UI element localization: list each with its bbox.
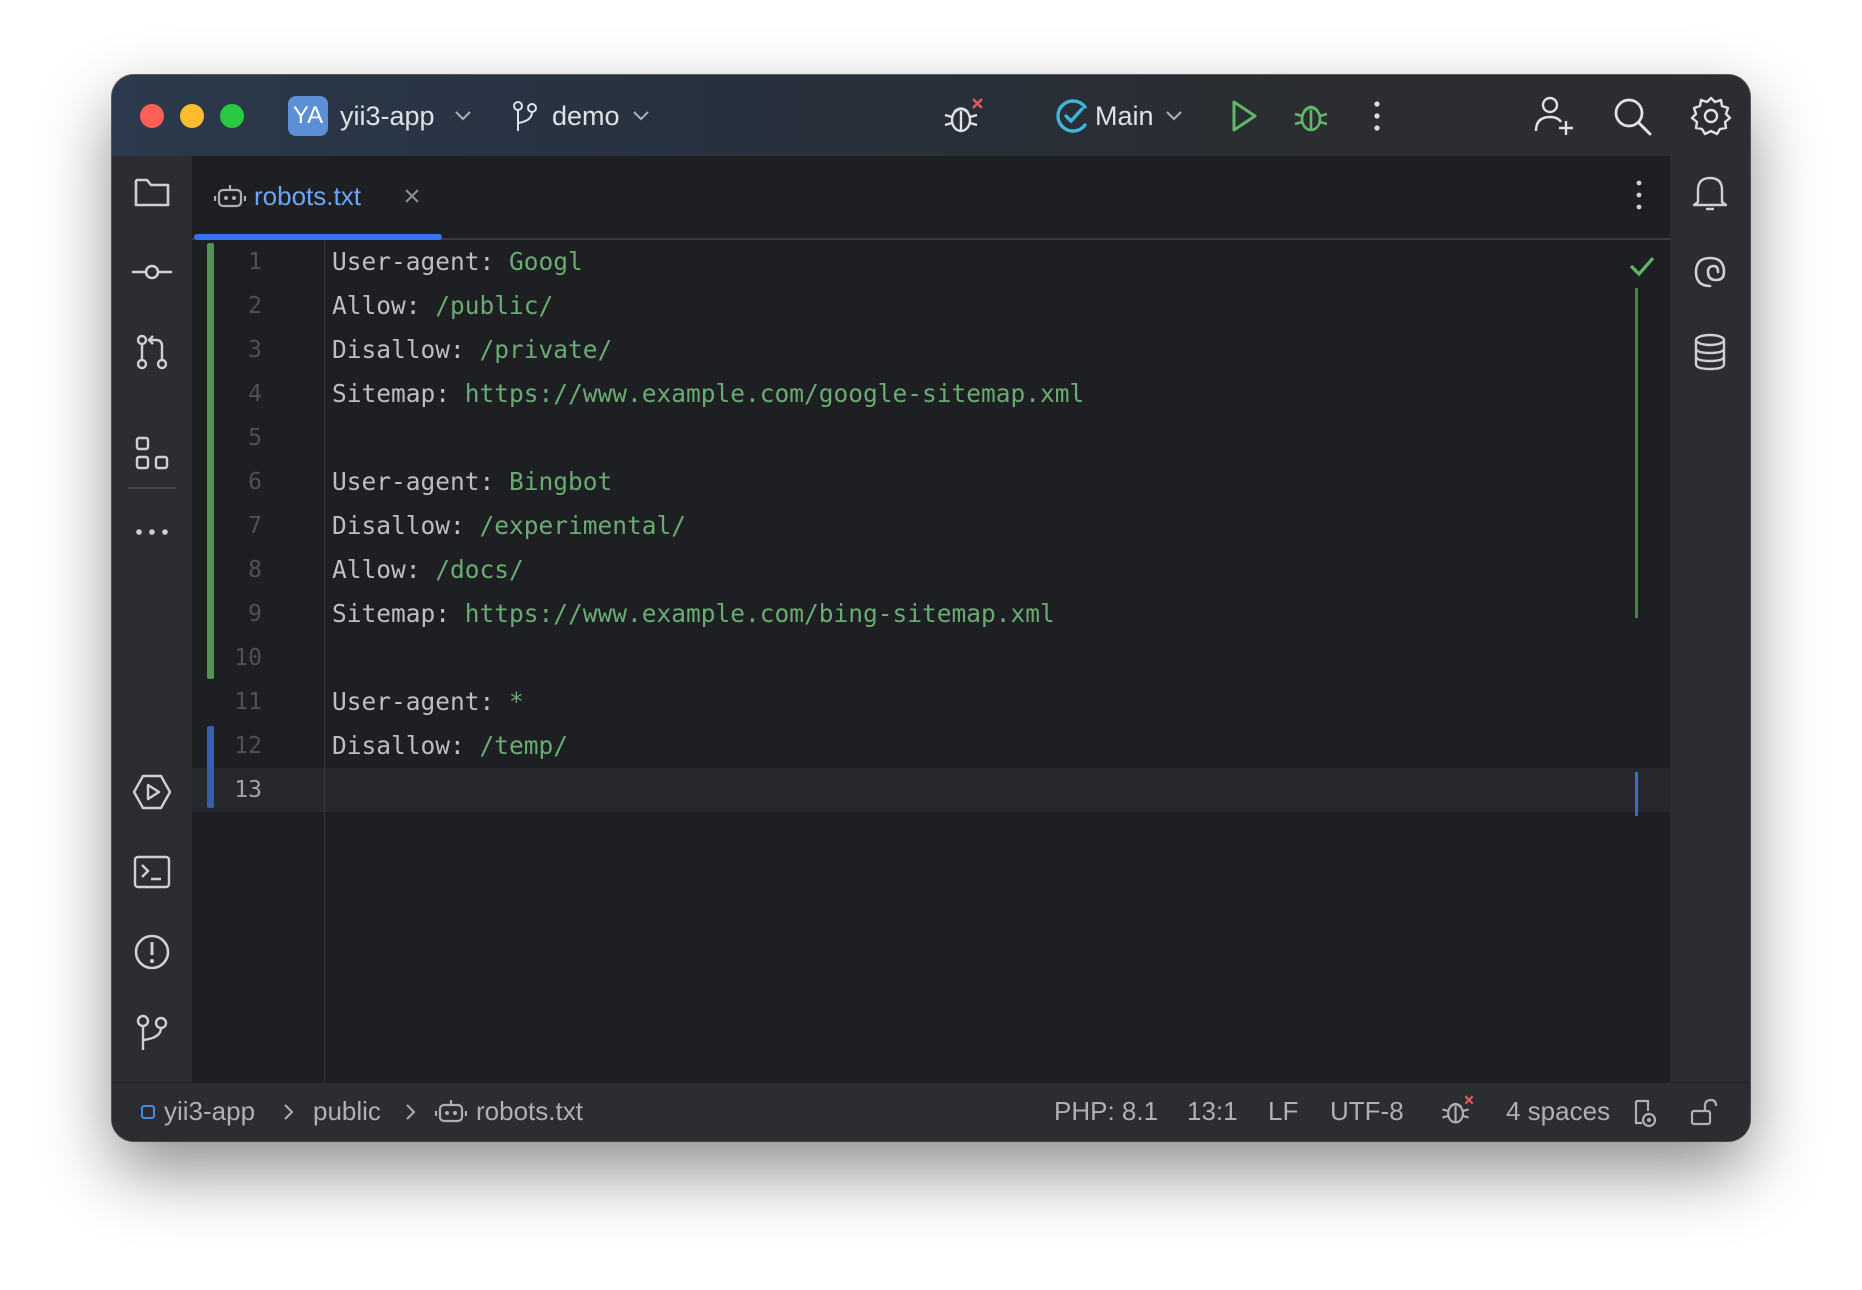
git-icon[interactable]	[132, 1012, 172, 1052]
php-version[interactable]: PHP: 8.1	[1054, 1093, 1158, 1129]
structure-icon[interactable]	[132, 434, 172, 474]
run-config-icon[interactable]	[1052, 96, 1092, 136]
code-line[interactable]: 9 Sitemap: https://www.example.com/bing-…	[192, 592, 1670, 636]
code-line[interactable]: 2 Allow: /public/	[192, 284, 1670, 328]
code-line[interactable]: 6 User-agent: Bingbot	[192, 460, 1670, 504]
line-number: 2	[248, 293, 262, 319]
ide-window: YA yii3-app demo Main robots.txt 1 User-…	[112, 75, 1750, 1141]
robot-file-icon	[434, 1097, 468, 1130]
chevron-right-icon	[404, 1103, 416, 1126]
branch-name[interactable]: demo	[552, 96, 620, 136]
chevron-down-icon[interactable]	[632, 109, 650, 123]
code-line[interactable]: 10	[192, 636, 1670, 680]
code-line[interactable]: 4 Sitemap: https://www.example.com/googl…	[192, 372, 1670, 416]
terminal-icon[interactable]	[132, 852, 172, 892]
scrollbar-change-marker[interactable]	[1635, 288, 1638, 618]
code-line[interactable]: 3 Disallow: /private/	[192, 328, 1670, 372]
line-number: 12	[234, 733, 262, 759]
code-style-settings-icon[interactable]	[1628, 1097, 1658, 1134]
line-number: 8	[248, 557, 262, 583]
status-bar: yii3-app public robots.txt PHP: 8.1 13:1…	[112, 1082, 1750, 1141]
ai-assistant-icon[interactable]	[1690, 252, 1730, 292]
breadcrumb-file[interactable]: robots.txt	[476, 1093, 583, 1129]
more-vertical-icon[interactable]	[1372, 99, 1382, 133]
code-line[interactable]: 5	[192, 416, 1670, 460]
left-tool-window-bar	[112, 156, 192, 1083]
chevron-down-icon[interactable]	[454, 109, 472, 123]
module-icon	[140, 1104, 156, 1125]
unlock-icon[interactable]	[1688, 1097, 1718, 1132]
project-name[interactable]: yii3-app	[340, 96, 435, 136]
more-vertical-icon[interactable]	[1634, 178, 1644, 217]
code-line-current[interactable]: 13	[192, 768, 1670, 812]
breadcrumb-folder[interactable]: public	[313, 1093, 381, 1129]
tab-robots-txt[interactable]: robots.txt	[192, 156, 444, 240]
toolbar-divider	[128, 487, 176, 489]
database-icon[interactable]	[1690, 332, 1730, 372]
tab-label: robots.txt	[254, 181, 361, 211]
right-tool-window-bar	[1670, 156, 1750, 1083]
indent-setting[interactable]: 4 spaces	[1506, 1093, 1610, 1129]
line-number: 11	[234, 689, 262, 715]
gear-icon[interactable]	[1690, 95, 1732, 137]
run-icon[interactable]	[1225, 97, 1261, 135]
title-bar: YA yii3-app demo Main	[112, 75, 1750, 156]
line-text: User-agent: *	[332, 687, 524, 716]
scrollbar-change-marker[interactable]	[1635, 772, 1638, 816]
minimize-window-button[interactable]	[180, 104, 204, 128]
line-text: User-agent: Bingbot	[332, 467, 613, 496]
chevron-down-icon[interactable]	[1165, 109, 1183, 123]
notifications-icon[interactable]	[1690, 172, 1730, 212]
line-number: 4	[248, 381, 262, 407]
debug-disabled-icon[interactable]	[942, 95, 986, 139]
line-text: Sitemap: https://www.example.com/bing-si…	[332, 599, 1055, 628]
commit-icon[interactable]	[132, 252, 172, 292]
add-user-icon[interactable]	[1532, 93, 1576, 137]
pull-requests-icon[interactable]	[132, 332, 172, 372]
line-number: 7	[248, 513, 262, 539]
services-icon[interactable]	[132, 772, 172, 812]
close-icon[interactable]	[398, 182, 426, 210]
code-line[interactable]: 7 Disallow: /experimental/	[192, 504, 1670, 548]
folder-icon[interactable]	[132, 172, 172, 212]
line-text: Disallow: /private/	[332, 335, 613, 364]
no-problems-check-icon[interactable]	[1628, 254, 1656, 283]
line-number: 1	[248, 249, 262, 275]
zoom-window-button[interactable]	[220, 104, 244, 128]
file-encoding[interactable]: UTF-8	[1330, 1093, 1404, 1129]
robot-file-icon	[213, 182, 247, 215]
run-config-name[interactable]: Main	[1095, 96, 1154, 136]
line-number: 5	[248, 425, 262, 451]
cursor-position[interactable]: 13:1	[1187, 1093, 1238, 1129]
line-text: Disallow: /temp/	[332, 731, 569, 760]
search-icon[interactable]	[1611, 95, 1653, 137]
line-number: 3	[248, 337, 262, 363]
debug-disabled-icon[interactable]	[1440, 1093, 1476, 1134]
code-line[interactable]: 12 Disallow: /temp/	[192, 724, 1670, 768]
code-line[interactable]: 11 User-agent: *	[192, 680, 1670, 724]
line-text: Sitemap: https://www.example.com/google-…	[332, 379, 1085, 408]
editor-tab-bar: robots.txt	[192, 156, 1670, 240]
problems-icon[interactable]	[132, 932, 172, 972]
branch-icon[interactable]	[510, 99, 540, 133]
code-line[interactable]: 1 User-agent: Googl	[192, 240, 1670, 284]
debug-icon[interactable]	[1290, 95, 1332, 137]
line-number: 6	[248, 469, 262, 495]
close-window-button[interactable]	[140, 104, 164, 128]
line-number: 10	[234, 645, 262, 671]
more-tools-icon[interactable]	[132, 512, 172, 552]
line-text: Disallow: /experimental/	[332, 511, 687, 540]
line-text: Allow: /docs/	[332, 555, 524, 584]
project-badge[interactable]: YA	[288, 96, 328, 136]
line-text: Allow: /public/	[332, 291, 554, 320]
line-number: 9	[248, 601, 262, 627]
code-editor[interactable]: 1 User-agent: Googl 2 Allow: /public/ 3 …	[192, 240, 1670, 1083]
chevron-right-icon	[282, 1103, 294, 1126]
line-separator[interactable]: LF	[1268, 1093, 1298, 1129]
code-line[interactable]: 8 Allow: /docs/	[192, 548, 1670, 592]
line-number: 13	[234, 777, 262, 803]
breadcrumb-project[interactable]: yii3-app	[164, 1093, 255, 1129]
line-text: User-agent: Googl	[332, 247, 583, 276]
